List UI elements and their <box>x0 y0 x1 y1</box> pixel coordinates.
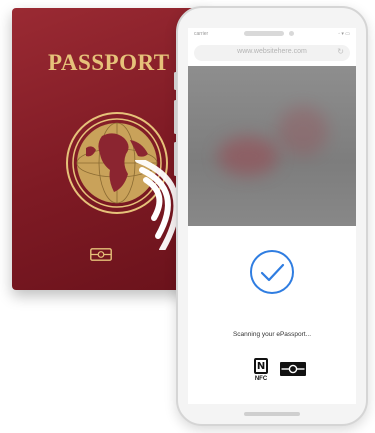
carrier-text: carrier <box>194 31 209 37</box>
nfc-glyph: N <box>254 358 268 374</box>
dimmed-page-background <box>188 66 356 226</box>
nfc-icon: N NFC <box>252 358 270 384</box>
phone-screen: carrier ◦ ▾ ▭ www.websitehere.com ↻ Scan… <box>188 28 356 404</box>
speaker-notch <box>244 31 284 36</box>
mute-switch <box>174 72 177 90</box>
home-indicator <box>244 412 300 416</box>
status-icons: ◦ ▾ ▭ <box>338 31 350 37</box>
browser-url-bar[interactable]: www.websitehere.com ↻ <box>194 45 350 61</box>
scan-bottom-sheet: Scanning your ePassport... N NFC <box>188 226 356 404</box>
nfc-label: NFC <box>254 376 268 382</box>
checkmark-circle-icon <box>250 250 294 294</box>
status-bar: carrier ◦ ▾ ▭ <box>188 28 356 42</box>
volume-up-button <box>174 100 177 134</box>
scanning-message: Scanning your ePassport... <box>232 331 312 338</box>
url-text: www.websitehere.com <box>237 48 307 55</box>
smartphone: carrier ◦ ▾ ▭ www.websitehere.com ↻ Scan… <box>174 6 368 426</box>
epassport-chip-icon <box>280 362 306 376</box>
epassport-scan-illustration: PASSPORT carrier ◦ ▾ ▭ www.websitehere.c… <box>0 0 375 433</box>
volume-down-button <box>174 142 177 176</box>
reload-icon[interactable]: ↻ <box>337 47 344 56</box>
biometric-chip-icon <box>90 248 112 261</box>
front-camera <box>289 31 294 36</box>
